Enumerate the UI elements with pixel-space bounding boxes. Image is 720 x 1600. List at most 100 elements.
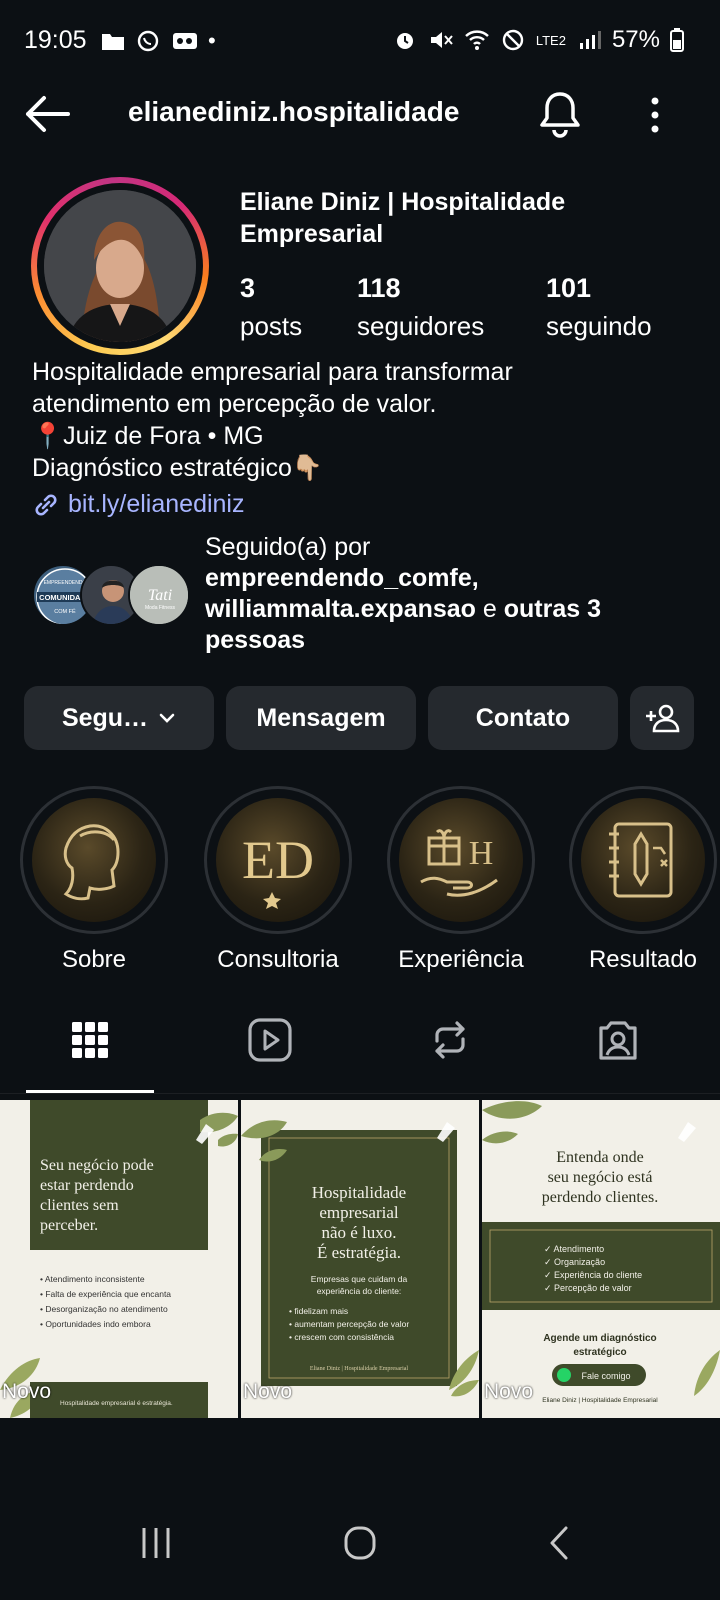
status-time: 19:05 xyxy=(24,26,87,54)
stat-followers-label: seguidores xyxy=(357,311,485,341)
avatar-text: EMPREENDENDO xyxy=(44,580,87,586)
wifi-icon xyxy=(465,30,489,50)
svg-text:Entenda onde: Entenda onde xyxy=(556,1149,644,1166)
stat-following-label: seguindo xyxy=(546,311,652,341)
mute-icon xyxy=(430,32,453,48)
post-image: Entenda onde seu negócio está perdendo c… xyxy=(482,1100,720,1418)
back-button[interactable] xyxy=(22,92,72,136)
tab-divider xyxy=(0,1093,720,1094)
tab-posts-grid[interactable] xyxy=(60,1010,120,1070)
svg-text:empresarial: empresarial xyxy=(319,1203,399,1222)
svg-text:seu negócio está: seu negócio está xyxy=(548,1169,653,1186)
tab-reels[interactable] xyxy=(240,1010,300,1070)
profile-top-bar: elianediniz.hospitalidade xyxy=(0,84,720,144)
recent-apps-icon xyxy=(142,1528,170,1558)
profile-username: elianediniz.hospitalidade xyxy=(128,96,460,127)
svg-text:✓ Organização: ✓ Organização xyxy=(544,1257,605,1267)
avatar-text: COM FÉ xyxy=(54,608,76,615)
svg-text:perdendo clientes.: perdendo clientes. xyxy=(542,1189,658,1206)
svg-text:• crescem com consistência: • crescem com consistência xyxy=(289,1332,394,1342)
bio-line: Diagnóstico estratégico👇🏼 xyxy=(32,454,323,482)
profile-avatar-ring[interactable] xyxy=(31,177,209,355)
followed-by-text[interactable]: Seguido(a) por empreendendo_comfe, willi… xyxy=(205,532,705,656)
stat-following[interactable]: 101 seguindo xyxy=(546,270,652,346)
stat-followers-value: 118 xyxy=(357,273,401,303)
message-button-label: Mensagem xyxy=(256,703,386,732)
profile-bio: Hospitalidade empresarial para transform… xyxy=(32,356,692,484)
dot-indicator: • xyxy=(208,28,216,53)
svg-text:Empresas que cuidam da: Empresas que cuidam da xyxy=(311,1274,408,1284)
add-person-icon xyxy=(646,704,680,733)
reels-icon xyxy=(248,1018,292,1062)
gift-hand-icon: H xyxy=(420,829,498,897)
voicemail-icon xyxy=(173,33,197,49)
post-thumbnail[interactable]: Entenda onde seu negócio está perdendo c… xyxy=(482,1100,720,1418)
contact-button[interactable]: Contato xyxy=(428,686,618,750)
contact-button-label: Contato xyxy=(475,703,571,732)
svg-text:• Desorganização no atendimen: • Desorganização no atendimento xyxy=(40,1304,168,1314)
profile-link-text: bit.ly/elianediniz xyxy=(68,490,245,518)
post-thumbnail[interactable]: Seu negócio pode estar perdendo clientes… xyxy=(0,1100,238,1418)
svg-text:• Oportunidades indo embora: • Oportunidades indo embora xyxy=(40,1319,151,1329)
avatar-text: Moda Fitness xyxy=(145,605,176,611)
svg-text:• Atendimento inconsistente: • Atendimento inconsistente xyxy=(40,1274,145,1284)
stat-followers[interactable]: 118 seguidores xyxy=(357,270,484,346)
highlight-experiencia[interactable]: H Experiência xyxy=(386,786,536,974)
grid-icon xyxy=(72,1022,108,1058)
monogram-text: H xyxy=(469,835,494,872)
following-button-label: Segu… xyxy=(61,703,149,732)
chevron-down-icon xyxy=(159,713,175,723)
back-arrow-icon xyxy=(26,96,70,132)
whatsapp-icon xyxy=(137,30,159,52)
highlight-label: Resultado xyxy=(588,946,698,973)
profile-link[interactable]: bit.ly/elianediniz xyxy=(32,490,245,519)
svg-text:não é luxo.: não é luxo. xyxy=(321,1223,396,1242)
following-button[interactable]: Segu… xyxy=(24,686,214,750)
back-nav-button[interactable] xyxy=(540,1518,580,1568)
svg-text:Eliane Diniz | Hospitalidade E: Eliane Diniz | Hospitalidade Empresarial xyxy=(542,1397,658,1404)
svg-text:Hospitalidade: Hospitalidade xyxy=(312,1183,406,1202)
notebook-pen-icon xyxy=(609,822,673,898)
stat-posts[interactable]: 3 posts xyxy=(240,270,302,346)
more-options-button[interactable] xyxy=(640,90,670,140)
bell-icon xyxy=(540,92,580,138)
tab-tagged[interactable] xyxy=(588,1010,648,1070)
svg-text:estratégico: estratégico xyxy=(573,1347,626,1358)
highlight-consultoria[interactable]: ED Consultoria xyxy=(203,786,353,974)
bio-line: 📍Juiz de Fora • MG xyxy=(32,422,264,450)
highlight-label: Consultoria xyxy=(217,946,339,973)
network-label: LTE2 xyxy=(535,32,566,48)
highlight-resultado[interactable]: Resultado xyxy=(568,786,718,974)
svg-text:É estratégia.: É estratégia. xyxy=(317,1243,401,1262)
svg-text:experiência do cliente:: experiência do cliente: xyxy=(317,1286,402,1296)
suggested-people-button[interactable] xyxy=(630,686,694,750)
tab-reposts[interactable] xyxy=(420,1010,480,1070)
home-icon xyxy=(344,1526,376,1560)
stat-following-value: 101 xyxy=(546,273,592,303)
stat-posts-value: 3 xyxy=(240,273,256,303)
highlight-sobre[interactable]: Sobre xyxy=(19,786,169,974)
avatar: Tati Moda Fitness xyxy=(128,564,190,626)
monogram-text: ED xyxy=(242,830,314,890)
profile-avatar xyxy=(44,190,196,342)
profile-display-name: Eliane Diniz | Hospitalidade Empresarial xyxy=(240,188,566,248)
post-thumbnail[interactable]: Hospitalidade empresarial não é luxo. É … xyxy=(241,1100,479,1418)
battery-icon xyxy=(670,28,684,52)
home-button[interactable] xyxy=(332,1518,388,1568)
highlight-label: Sobre xyxy=(61,946,127,973)
followed-by-user: williammalta.expansao xyxy=(205,595,476,623)
followed-by-avatars[interactable]: EMPREENDENDO COMUNIDADE COM FÉ Tati Moda… xyxy=(32,564,192,628)
svg-text:• Falta de experiência que en: • Falta de experiência que encanta xyxy=(40,1289,171,1299)
message-button[interactable]: Mensagem xyxy=(226,686,416,750)
recent-apps-button[interactable] xyxy=(130,1518,182,1568)
notifications-button[interactable] xyxy=(536,88,584,140)
svg-text:✓ Atendimento: ✓ Atendimento xyxy=(544,1244,604,1254)
highlight-label: Experiência xyxy=(398,946,524,973)
link-icon xyxy=(35,493,57,516)
svg-text:Fale comigo: Fale comigo xyxy=(581,1371,630,1381)
svg-text:• fidelizam mais: • fidelizam mais xyxy=(289,1306,348,1316)
avatar-portrait xyxy=(44,190,196,342)
new-badge: Novo xyxy=(484,1380,534,1403)
reposts-icon xyxy=(435,1021,465,1059)
tagged-icon xyxy=(599,1021,637,1060)
